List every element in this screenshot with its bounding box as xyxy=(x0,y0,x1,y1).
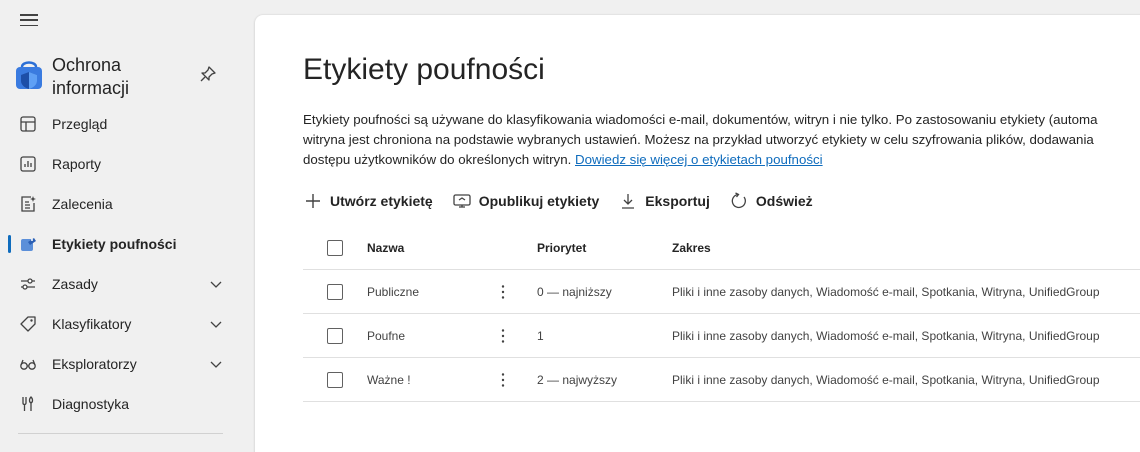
description-line: witryna jest chroniona na podstawie wybr… xyxy=(303,132,1094,147)
information-protection-logo xyxy=(16,61,42,89)
sidebar-item-label: Eksploratorzy xyxy=(52,356,137,372)
main-content: Etykiety poufności Etykiety poufności są… xyxy=(255,15,1140,452)
label-name[interactable]: Poufne xyxy=(367,329,405,343)
more-options-icon[interactable] xyxy=(493,282,513,302)
label-name[interactable]: Publiczne xyxy=(367,285,419,299)
sidebar-item-label: Zalecenia xyxy=(52,196,113,212)
sidebar-item-label: Diagnostyka xyxy=(52,396,130,412)
reports-icon xyxy=(18,154,38,174)
sidebar-item-classifiers[interactable]: Klasyfikatory xyxy=(0,304,240,344)
learn-more-link[interactable]: Dowiedz się więcej o etykietach poufnośc… xyxy=(575,152,823,167)
app-header: Ochrona informacji xyxy=(14,54,224,100)
chevron-down-icon[interactable] xyxy=(210,278,222,290)
label-name[interactable]: Ważne ! xyxy=(367,373,411,387)
sidebar-item-policies[interactable]: Zasady xyxy=(0,264,240,304)
download-icon xyxy=(618,191,638,211)
policies-icon xyxy=(18,274,38,294)
page-description: Etykiety poufności są używane do klasyfi… xyxy=(303,110,1140,170)
refresh-text: Odśwież xyxy=(755,193,813,209)
page-title: Etykiety poufności xyxy=(303,53,545,86)
table-row[interactable]: Publiczne 0 — najniższy Pliki i inne zas… xyxy=(303,270,1140,314)
publish-labels-text: Opublikuj etykiety xyxy=(478,193,600,209)
description-line: Etykiety poufności są używane do klasyfi… xyxy=(303,112,1098,127)
create-label-text: Utwórz etykietę xyxy=(330,193,433,209)
overview-icon xyxy=(18,114,38,134)
column-header-name[interactable]: Nazwa xyxy=(367,241,404,255)
recommendations-icon xyxy=(18,194,38,214)
plus-icon xyxy=(303,191,323,211)
sidebar-nav: Przegląd Raporty Zalecenia Etykiety pouf… xyxy=(0,104,240,424)
sidebar-item-label: Zasady xyxy=(52,276,98,292)
app-title: Ochrona informacji xyxy=(52,55,130,98)
export-button[interactable]: Eksportuj xyxy=(618,187,710,215)
more-options-icon[interactable] xyxy=(493,326,513,346)
glasses-icon xyxy=(18,354,38,374)
toolbar: Utwórz etykietę Opublikuj etykiety Ekspo… xyxy=(303,187,832,215)
description-text: dostępu użytkowników do określonych witr… xyxy=(303,152,572,167)
label-priority: 1 xyxy=(537,328,544,343)
select-all-checkbox[interactable] xyxy=(327,240,343,256)
sidebar-item-label: Klasyfikatory xyxy=(52,316,132,332)
row-checkbox[interactable] xyxy=(327,371,343,388)
refresh-icon xyxy=(729,191,749,211)
labels-table: Nazwa Priorytet Zakres Publiczne 0 — naj… xyxy=(303,227,1140,402)
tag-icon xyxy=(18,314,38,334)
sidebar-item-diagnostics[interactable]: Diagnostyka xyxy=(0,384,240,424)
publish-icon xyxy=(452,191,472,211)
sidebar-item-explorers[interactable]: Eksploratorzy xyxy=(0,344,240,384)
pin-icon[interactable] xyxy=(198,64,218,84)
export-text: Eksportuj xyxy=(645,193,710,209)
label-priority: 0 — najniższy xyxy=(537,284,612,299)
sidebar-item-label: Przegląd xyxy=(52,116,108,132)
publish-labels-button[interactable]: Opublikuj etykiety xyxy=(452,187,600,215)
row-checkbox[interactable] xyxy=(327,283,343,300)
sidebar-item-reports[interactable]: Raporty xyxy=(0,144,240,184)
sidebar-item-label: Raporty xyxy=(52,156,102,172)
sidebar-item-label: Etykiety poufności xyxy=(52,236,177,252)
more-options-icon[interactable] xyxy=(493,370,513,390)
sidebar-item-recommendations[interactable]: Zalecenia xyxy=(0,184,240,224)
sensitivity-label-icon xyxy=(18,234,38,254)
chevron-down-icon[interactable] xyxy=(210,358,222,370)
table-row[interactable]: Ważne ! 2 — najwyższy Pliki i inne zasob… xyxy=(303,358,1140,402)
label-scope: Pliki i inne zasoby danych, Wiadomość e-… xyxy=(672,284,1100,299)
table-header-row: Nazwa Priorytet Zakres xyxy=(303,227,1140,270)
row-checkbox[interactable] xyxy=(327,327,343,344)
sidebar-item-sensitivity-labels[interactable]: Etykiety poufności xyxy=(0,224,240,264)
label-scope: Pliki i inne zasoby danych, Wiadomość e-… xyxy=(672,328,1100,343)
diagnostics-icon xyxy=(18,394,38,414)
label-priority: 2 — najwyższy xyxy=(537,372,618,387)
create-label-button[interactable]: Utwórz etykietę xyxy=(303,187,433,215)
sidebar-divider xyxy=(18,433,223,434)
sidebar: Ochrona informacji Przegląd Raporty Zale… xyxy=(0,0,240,452)
column-header-priority[interactable]: Priorytet xyxy=(537,241,586,255)
chevron-down-icon[interactable] xyxy=(210,318,222,330)
label-scope: Pliki i inne zasoby danych, Wiadomość e-… xyxy=(672,372,1100,387)
refresh-button[interactable]: Odśwież xyxy=(729,187,813,215)
description-line: dostępu użytkowników do określonych witr… xyxy=(303,150,1140,170)
column-header-scope[interactable]: Zakres xyxy=(672,241,711,255)
sidebar-item-overview[interactable]: Przegląd xyxy=(0,104,240,144)
table-row[interactable]: Poufne 1 Pliki i inne zasoby danych, Wia… xyxy=(303,314,1140,358)
hamburger-menu-icon[interactable] xyxy=(18,12,40,28)
